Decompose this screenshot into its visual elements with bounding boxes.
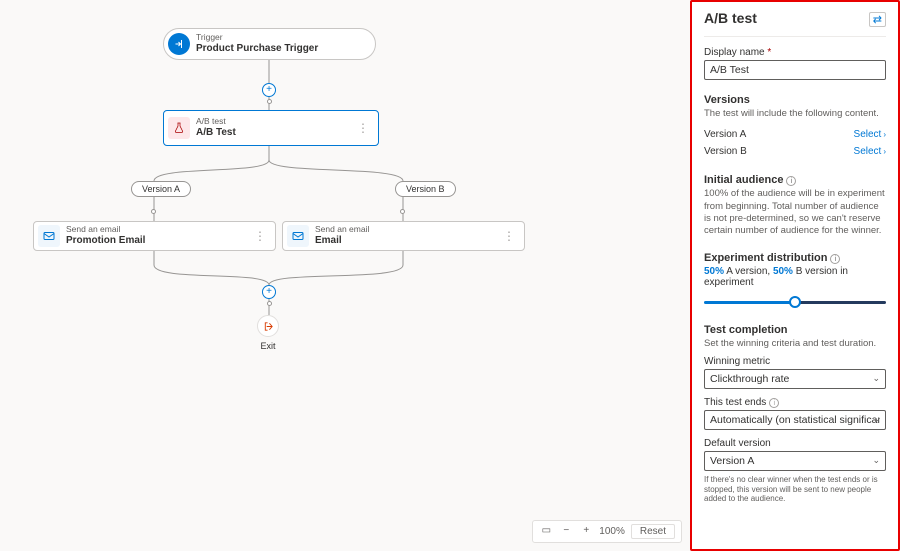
default-version-footnote: If there's no clear winner when the test… <box>704 475 886 504</box>
zoom-value: 100% <box>599 526 625 537</box>
exit-node[interactable]: Exit <box>257 315 279 351</box>
connector-dot <box>151 209 156 214</box>
default-version-label: Default version <box>704 438 886 449</box>
trigger-node[interactable]: Trigger Product Purchase Trigger <box>163 28 376 60</box>
email-title: Promotion Email <box>66 235 246 247</box>
info-icon[interactable]: i <box>830 254 840 264</box>
abtest-kicker: A/B test <box>196 117 349 127</box>
add-step-button[interactable]: + <box>262 285 276 299</box>
panel-action-icon[interactable]: ⇄ <box>869 12 886 27</box>
slider-thumb[interactable] <box>789 296 801 308</box>
trigger-icon <box>168 33 190 55</box>
node-more-icon[interactable]: ⋮ <box>252 229 268 243</box>
initial-audience-desc: 100% of the audience will be in experime… <box>704 188 886 237</box>
distribution-text: 50% A version, 50% B version in experime… <box>704 266 886 288</box>
node-more-icon[interactable]: ⋮ <box>501 229 517 243</box>
abtest-node[interactable]: A/B test A/B Test ⋮ <box>163 110 379 146</box>
email-node-b[interactable]: Send an email Email ⋮ <box>282 221 525 251</box>
connector-dot <box>267 99 272 104</box>
zoom-in-button[interactable]: + <box>579 525 593 539</box>
version-b-label: Version B <box>704 146 747 157</box>
default-version-select[interactable] <box>704 451 886 471</box>
email-title: Email <box>315 235 495 247</box>
version-b-select-link[interactable]: Select› <box>854 146 886 157</box>
completion-heading: Test completion <box>704 324 886 336</box>
connector-lines <box>0 0 690 551</box>
test-ends-label: This test endsi <box>704 397 886 408</box>
trigger-kicker: Trigger <box>196 33 368 43</box>
email-icon <box>38 225 60 247</box>
fit-icon[interactable]: ▭ <box>539 525 553 539</box>
connector-dot <box>400 209 405 214</box>
initial-audience-heading: Initial audiencei <box>704 174 886 186</box>
add-step-button[interactable]: + <box>262 83 276 97</box>
panel-title: A/B test <box>704 10 757 26</box>
connector-dot <box>267 301 272 306</box>
branch-a-pill[interactable]: Version A <box>131 181 191 197</box>
info-icon[interactable]: i <box>786 176 796 186</box>
distribution-heading: Experiment distributioni <box>704 252 886 264</box>
node-more-icon[interactable]: ⋮ <box>355 121 371 135</box>
winning-metric-select[interactable] <box>704 369 886 389</box>
zoom-out-button[interactable]: − <box>559 525 573 539</box>
test-ends-select[interactable] <box>704 410 886 430</box>
chevron-right-icon: › <box>883 147 886 156</box>
email-kicker: Send an email <box>315 225 495 235</box>
completion-desc: Set the winning criteria and test durati… <box>704 338 886 350</box>
version-a-select-link[interactable]: Select› <box>854 129 886 140</box>
version-a-label: Version A <box>704 129 746 140</box>
zoom-reset-button[interactable]: Reset <box>631 524 675 539</box>
email-icon <box>287 225 309 247</box>
exit-icon <box>257 315 279 337</box>
email-kicker: Send an email <box>66 225 246 235</box>
display-name-input[interactable] <box>704 60 886 80</box>
winning-metric-label: Winning metric <box>704 356 886 367</box>
display-name-label: Display name * <box>704 47 886 58</box>
chevron-right-icon: › <box>883 130 886 139</box>
versions-heading: Versions <box>704 94 886 106</box>
abtest-title: A/B Test <box>196 127 349 139</box>
exit-label: Exit <box>260 341 275 351</box>
zoom-toolbar: ▭ − + 100% Reset <box>532 520 682 543</box>
abtest-settings-panel: A/B test ⇄ Display name * Versions The t… <box>690 0 900 551</box>
info-icon[interactable]: i <box>769 398 779 408</box>
distribution-slider[interactable] <box>704 294 886 310</box>
trigger-title: Product Purchase Trigger <box>196 43 368 55</box>
versions-desc: The test will include the following cont… <box>704 108 886 120</box>
journey-canvas[interactable]: Trigger Product Purchase Trigger + A/B t… <box>0 0 690 551</box>
branch-b-pill[interactable]: Version B <box>395 181 456 197</box>
flask-icon <box>168 117 190 139</box>
email-node-a[interactable]: Send an email Promotion Email ⋮ <box>33 221 276 251</box>
